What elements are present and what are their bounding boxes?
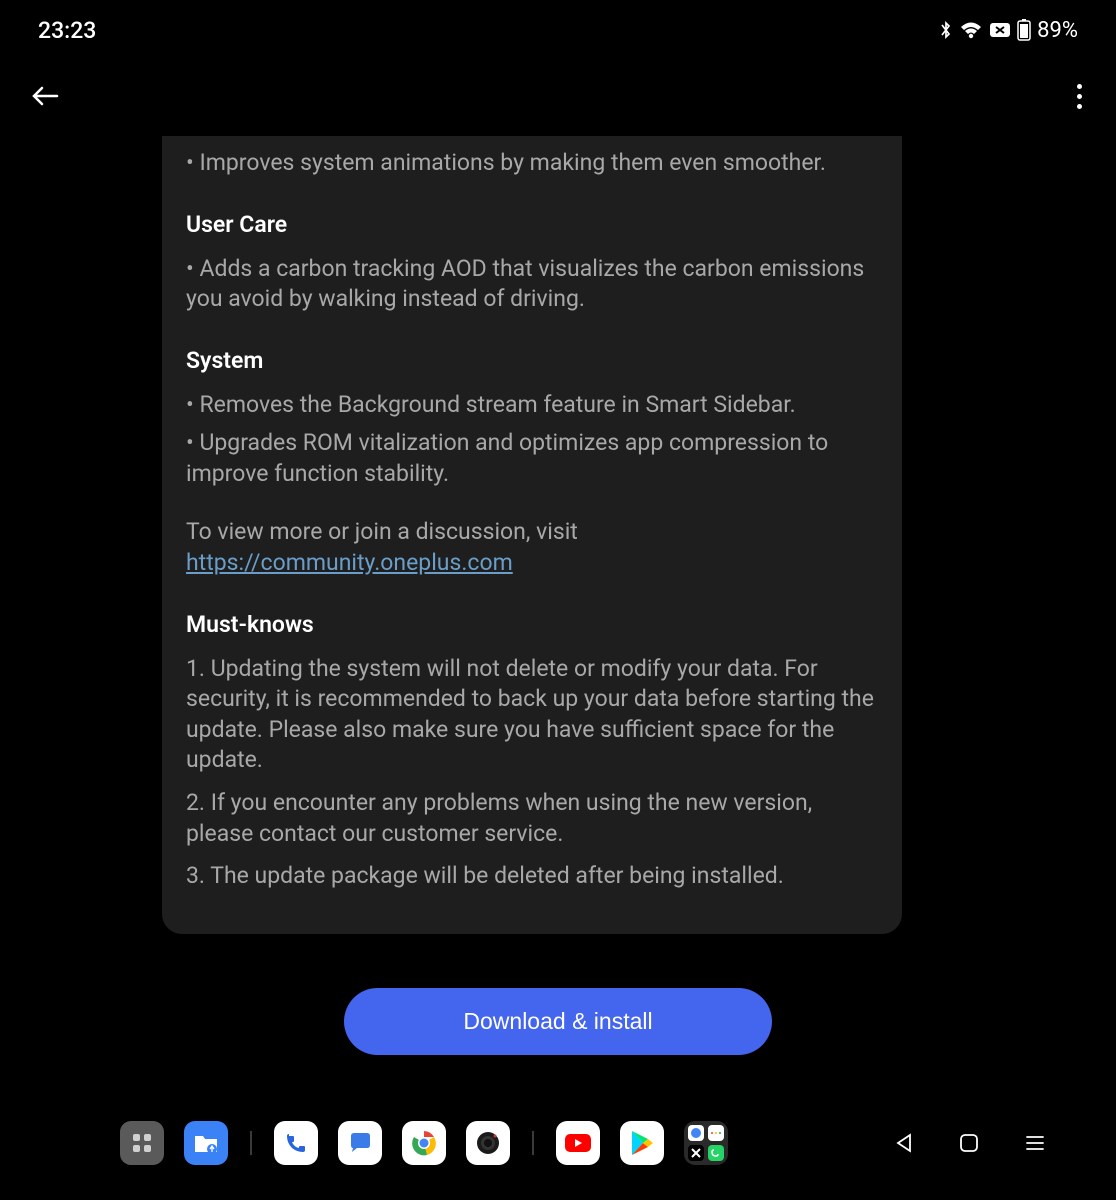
taskbar-divider <box>250 1131 252 1155</box>
system-title: System <box>186 347 878 374</box>
mute-icon <box>989 22 1011 38</box>
files-app-icon[interactable] <box>184 1121 228 1165</box>
changelog-card: • Improves system animations by making t… <box>162 136 902 934</box>
battery-icon <box>1017 19 1031 41</box>
status-bar: 23:23 8 <box>0 0 1116 56</box>
system-bullet-1: • Removes the Background stream feature … <box>186 390 878 421</box>
must-knows-title: Must-knows <box>186 611 878 638</box>
animations-bullet: • Improves system animations by making t… <box>186 148 878 179</box>
home-nav-button[interactable] <box>958 1132 980 1154</box>
must-know-1: 1. Updating the system will not delete o… <box>186 654 878 776</box>
user-care-bullet: • Adds a carbon tracking AOD that visual… <box>186 254 878 315</box>
status-icons: 89% <box>939 18 1078 43</box>
taskbar-divider <box>532 1131 534 1155</box>
battery-percent: 89% <box>1037 18 1078 43</box>
chrome-app-icon[interactable] <box>402 1121 446 1165</box>
bluetooth-icon <box>939 20 953 40</box>
recents-nav-button[interactable] <box>1024 1132 1046 1154</box>
app-bar <box>0 56 1116 136</box>
youtube-app-icon[interactable] <box>556 1121 600 1165</box>
discussion-text: To view more or join a discussion, visit… <box>186 517 878 578</box>
must-know-3: 3. The update package will be deleted af… <box>186 861 878 892</box>
more-options-button[interactable] <box>1073 80 1086 113</box>
community-link[interactable]: https://community.oneplus.com <box>186 549 513 576</box>
back-nav-button[interactable] <box>894 1132 914 1154</box>
phone-app-icon[interactable] <box>274 1121 318 1165</box>
download-install-button[interactable]: Download & install <box>344 988 772 1055</box>
play-store-icon[interactable] <box>620 1121 664 1165</box>
must-know-2: 2. If you encounter any problems when us… <box>186 788 878 849</box>
system-bullet-2: • Upgrades ROM vitalization and optimize… <box>186 428 878 489</box>
back-button[interactable] <box>30 84 60 108</box>
app-drawer-icon[interactable] <box>120 1121 164 1165</box>
camera-app-icon[interactable] <box>466 1121 510 1165</box>
wifi-icon <box>959 20 983 40</box>
navigation-buttons <box>894 1132 1046 1154</box>
user-care-title: User Care <box>186 211 878 238</box>
status-time: 23:23 <box>38 17 96 44</box>
recent-apps-group-icon[interactable] <box>684 1121 728 1165</box>
taskbar <box>0 1110 1116 1200</box>
messages-app-icon[interactable] <box>338 1121 382 1165</box>
